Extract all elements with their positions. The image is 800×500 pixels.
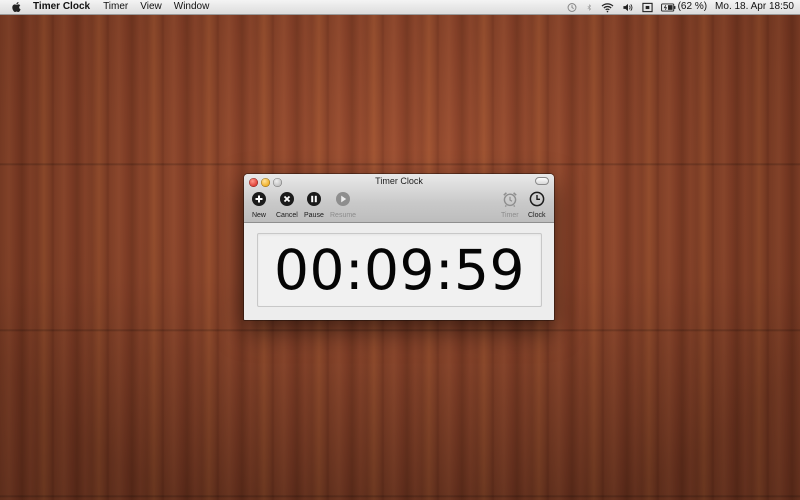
timer-label: Timer xyxy=(501,212,519,219)
wifi-icon[interactable] xyxy=(601,2,614,13)
countdown-time: 00:09:59 xyxy=(273,238,526,302)
timer-mode-button[interactable]: Timer xyxy=(501,191,519,220)
volume-icon[interactable] xyxy=(622,2,634,13)
menu-view[interactable]: View xyxy=(140,0,162,14)
resume-button[interactable]: Resume xyxy=(330,191,356,220)
clock-mode-button[interactable]: Clock xyxy=(528,191,546,220)
pause-button[interactable]: Pause xyxy=(304,191,324,220)
display-mirror-icon[interactable] xyxy=(641,2,653,13)
countdown-display: 00:09:59 xyxy=(257,233,542,307)
toolbar-toggle-button[interactable] xyxy=(535,177,549,185)
window-title: Timer Clock xyxy=(375,176,423,186)
clock-icon xyxy=(529,191,545,207)
alarm-clock-icon xyxy=(503,192,517,207)
timer-clock-window: Timer Clock New Cancel Pause Resume Time… xyxy=(244,174,554,320)
play-circle-icon xyxy=(336,192,351,206)
new-label: New xyxy=(251,212,266,219)
menu-app-name[interactable]: Timer Clock xyxy=(33,0,90,14)
title-toolbar[interactable]: Timer Clock New Cancel Pause Resume Time… xyxy=(244,174,554,223)
menu-window[interactable]: Window xyxy=(174,0,210,14)
desktop: Timer Clock Timer View Window (62 %) Mo.… xyxy=(0,0,800,500)
window-content: 00:09:59 xyxy=(244,223,554,320)
clock-label: Clock xyxy=(528,212,546,219)
pause-circle-icon xyxy=(306,192,321,206)
apple-icon[interactable] xyxy=(11,1,21,13)
pause-label: Pause xyxy=(304,212,324,219)
x-circle-icon xyxy=(279,192,294,206)
new-button[interactable]: New xyxy=(251,191,267,220)
resume-label: Resume xyxy=(330,212,357,219)
menu-timer[interactable]: Timer xyxy=(103,0,128,14)
cancel-label: Cancel xyxy=(276,212,298,219)
menu-bar: Timer Clock Timer View Window (62 %) Mo.… xyxy=(0,0,800,15)
bluetooth-icon[interactable] xyxy=(586,2,593,13)
time-machine-icon[interactable] xyxy=(566,2,578,13)
cancel-button[interactable]: Cancel xyxy=(276,191,298,220)
plus-circle-icon xyxy=(252,192,266,206)
clock-datetime[interactable]: Mo. 18. Apr 18:50 xyxy=(715,0,794,14)
battery-percent[interactable]: (62 %) xyxy=(678,0,707,14)
battery-icon[interactable] xyxy=(660,2,676,13)
